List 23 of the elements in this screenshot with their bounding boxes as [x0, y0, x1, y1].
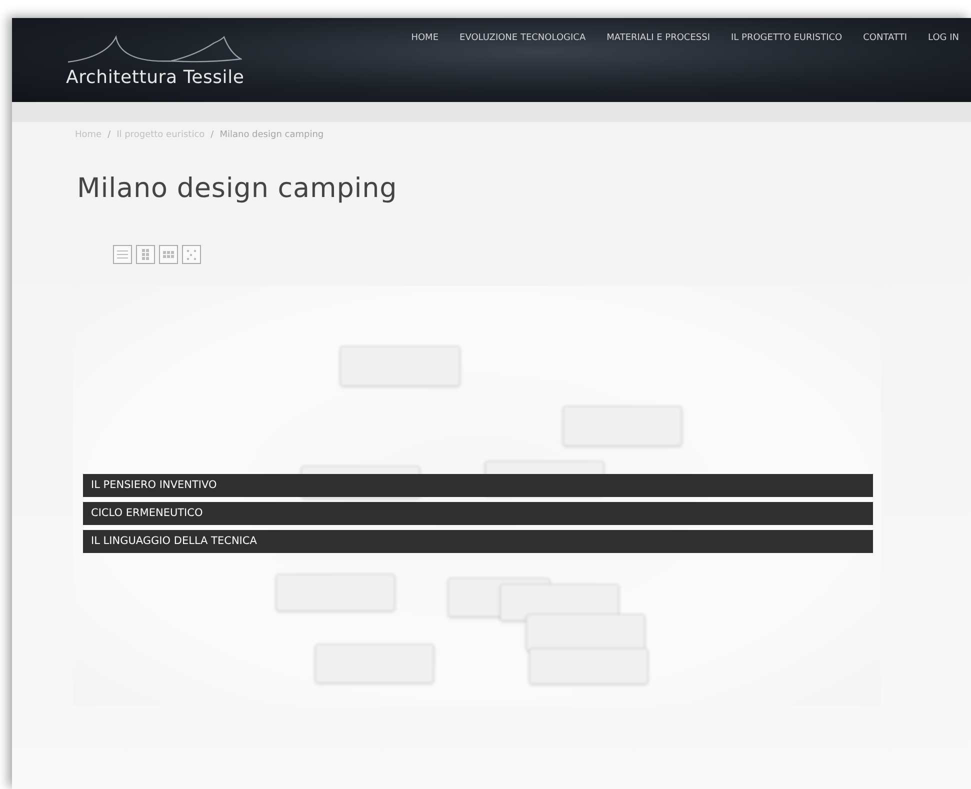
nav-link[interactable]: EVOLUZIONE TECNOLOGICA [460, 33, 586, 43]
category-bar[interactable]: CICLO ERMENEUTICO [83, 502, 873, 525]
nav-link[interactable]: HOME [411, 33, 439, 43]
tile-view-icon [162, 248, 175, 261]
nav-link[interactable]: IL PROGETTO EURISTICO [730, 33, 842, 43]
view-mode-button[interactable] [159, 245, 178, 264]
nav-link[interactable]: LOG IN [928, 33, 959, 43]
breadcrumb-separator: / [210, 130, 214, 140]
view-mode-button[interactable] [182, 245, 201, 264]
tent-logo-icon [66, 35, 242, 65]
breadcrumb-separator: / [108, 130, 111, 140]
site-logo-text[interactable]: Architettura Tessile [66, 67, 244, 88]
nav-link[interactable]: CONTATTI [863, 33, 907, 43]
grid-view-icon [139, 248, 152, 261]
page-title: Milano design camping [77, 173, 398, 204]
category-bar[interactable]: IL LINGUAGGIO DELLA TECNICA [83, 530, 873, 553]
list-view-icon [116, 248, 129, 261]
breadcrumb-current-page: Milano design camping [220, 130, 324, 140]
view-mode-button[interactable] [136, 245, 155, 264]
nav-link[interactable]: MATERIALI E PROCESSI [606, 33, 710, 43]
scatter-view-icon [185, 248, 198, 261]
view-mode-button[interactable] [113, 245, 132, 264]
category-bar[interactable]: IL PENSIERO INVENTIVO [83, 474, 873, 497]
